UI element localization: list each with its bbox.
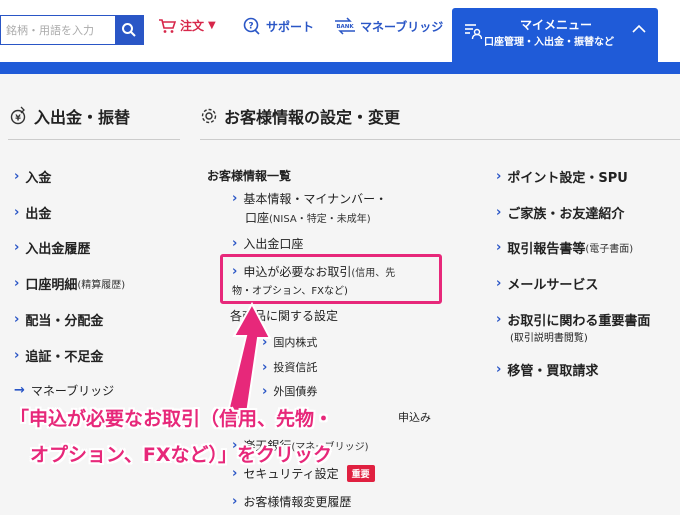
annotation-arrow — [224, 301, 272, 421]
annotation-line2: オプション、FXなど）」をクリック — [30, 444, 332, 466]
annotation-line1: 「申込が必要なお取引（信用、先物・ — [10, 408, 334, 430]
